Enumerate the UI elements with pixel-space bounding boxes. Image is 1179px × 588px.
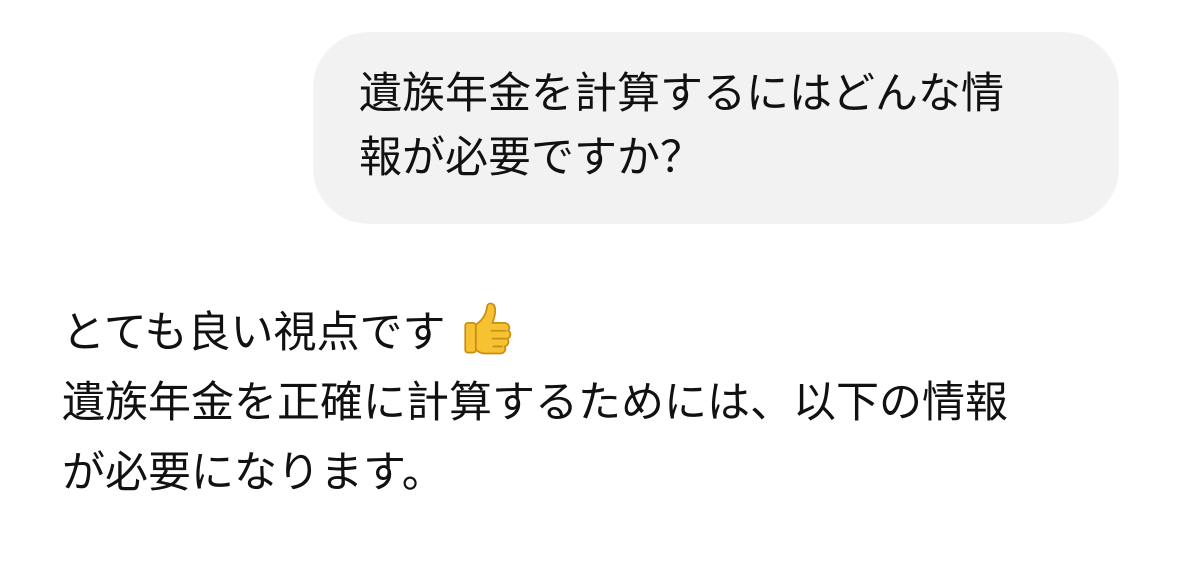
assistant-message-text: とても良い視点です — [62, 308, 446, 358]
user-message-line: 遺族年金を計算するにはどんな情 — [359, 69, 1004, 119]
assistant-message-line: 遺族年金を正確に計算するためには、以下の情報 — [62, 378, 1008, 428]
thumbs-up-icon — [460, 301, 516, 357]
user-message-bubble: 遺族年金を計算するにはどんな情 報が必要ですか？ — [313, 32, 1119, 224]
assistant-message: とても良い視点です 遺族年金を正確に計算するためには、以下の情報 が必要になりま… — [62, 298, 1152, 508]
assistant-message-first-line: とても良い視点です — [62, 298, 1152, 368]
assistant-message-line: が必要になります。 — [62, 448, 445, 498]
user-message-line: 報が必要ですか？ — [359, 133, 703, 183]
